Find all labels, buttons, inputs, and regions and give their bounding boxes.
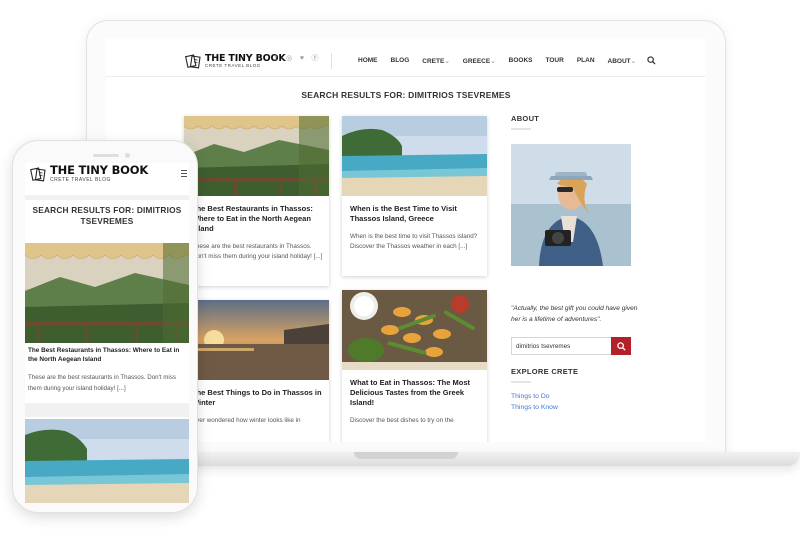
post-excerpt: Ever wondered how winter looks like in bbox=[192, 417, 301, 425]
mobile-card-separator bbox=[25, 403, 189, 417]
post-thumbnail bbox=[342, 290, 487, 370]
phone-frame: THE TINY BOOK CRETE TRAVEL BLOG SEARCH R… bbox=[12, 140, 198, 513]
nav-item-crete-label: CRETE bbox=[422, 57, 445, 65]
mobile-header-divider bbox=[25, 195, 189, 200]
sidebar: ABOUT "Actually, the best gift you could… bbox=[511, 114, 641, 411]
explore-heading: EXPLORE CRETE bbox=[511, 367, 579, 377]
post-thumbnail bbox=[25, 419, 189, 503]
post-excerpt: Discover the best dishes to try on the bbox=[350, 417, 454, 425]
brand-subtitle: CRETE TRAVEL BLOG bbox=[205, 63, 261, 68]
heading-underline bbox=[511, 128, 531, 130]
main-nav: HOME BLOG CRETE⌄ GREECE⌄ BOOKS TOUR PLAN… bbox=[358, 56, 656, 65]
site-logo[interactable]: THE TINY BOOK CRETE TRAVEL BLOG bbox=[184, 52, 286, 70]
mobile-screen: THE TINY BOOK CRETE TRAVEL BLOG SEARCH R… bbox=[25, 163, 189, 503]
nav-item-home[interactable]: HOME bbox=[358, 57, 378, 64]
nav-item-plan[interactable]: PLAN bbox=[577, 57, 595, 64]
mobile-post-card[interactable]: The Best Restaurants in Thassos: Where t… bbox=[25, 243, 189, 403]
post-title[interactable]: When is the Best Time to Visit Thassos I… bbox=[350, 204, 481, 224]
search-input[interactable] bbox=[511, 337, 611, 356]
twitter-icon[interactable]: ♥ bbox=[298, 55, 306, 63]
post-card[interactable]: The Best Things to Do in Thassos in Wint… bbox=[184, 300, 329, 442]
nav-item-about[interactable]: ABOUT⌄ bbox=[608, 57, 637, 65]
social-links: f ◎ ♥ ⓟ bbox=[272, 55, 319, 63]
post-title[interactable]: The Best Restaurants in Thassos: Where t… bbox=[192, 204, 323, 234]
about-heading: ABOUT bbox=[511, 114, 540, 123]
brand-subtitle: CRETE TRAVEL BLOG bbox=[50, 176, 111, 183]
mobile-post-card[interactable] bbox=[25, 419, 189, 503]
page-title: SEARCH RESULTS FOR: DIMITRIOS TSEVREMES bbox=[301, 90, 511, 100]
post-card[interactable]: The Best Restaurants in Thassos: Where t… bbox=[184, 116, 329, 286]
nav-item-tour[interactable]: TOUR bbox=[546, 57, 564, 64]
book-logo-icon bbox=[185, 54, 201, 69]
facebook-icon[interactable]: f bbox=[272, 55, 280, 63]
post-title[interactable]: The Best Restaurants in Thassos: Where t… bbox=[28, 347, 186, 365]
site-header: THE TINY BOOK CRETE TRAVEL BLOG f ◎ ♥ ⓟ … bbox=[106, 48, 706, 78]
post-title[interactable]: What to Eat in Thassos: The Most Delicio… bbox=[350, 378, 481, 408]
link-things-to-know[interactable]: Things to Know bbox=[511, 404, 641, 411]
nav-item-about-label: ABOUT bbox=[607, 57, 631, 65]
search-icon bbox=[616, 342, 626, 351]
pinterest-icon[interactable]: ⓟ bbox=[311, 55, 319, 63]
chevron-down-icon: ⌄ bbox=[490, 57, 496, 65]
nav-item-books[interactable]: BOOKS bbox=[509, 57, 533, 64]
phone-camera bbox=[125, 153, 130, 158]
instagram-icon[interactable]: ◎ bbox=[285, 55, 293, 63]
post-excerpt: When is the best time to visit Thassos i… bbox=[350, 233, 478, 251]
mobile-header: THE TINY BOOK CRETE TRAVEL BLOG bbox=[25, 163, 189, 191]
book-logo-icon bbox=[30, 167, 46, 182]
link-things-to-do[interactable]: Things to Do bbox=[511, 393, 641, 400]
post-thumbnail bbox=[184, 116, 329, 196]
heading-underline bbox=[511, 381, 531, 384]
nav-divider bbox=[331, 53, 332, 69]
post-thumbnail bbox=[25, 243, 189, 343]
brand-title: THE TINY BOOK bbox=[50, 163, 149, 178]
search-icon[interactable] bbox=[647, 56, 656, 65]
nav-item-blog[interactable]: BLOG bbox=[391, 57, 410, 64]
post-title[interactable]: The Best Things to Do in Thassos in Wint… bbox=[192, 388, 323, 408]
post-thumbnail bbox=[184, 300, 329, 380]
laptop-notch bbox=[354, 452, 458, 459]
mobile-page-title: SEARCH RESULTS FOR: DIMITRIOS TSEVREMES bbox=[32, 205, 182, 227]
phone-speaker bbox=[93, 154, 119, 157]
post-thumbnail bbox=[342, 116, 487, 196]
nav-item-greece[interactable]: GREECE⌄ bbox=[463, 57, 496, 65]
sidebar-search bbox=[511, 337, 631, 356]
mobile-logo[interactable]: THE TINY BOOK CRETE TRAVEL BLOG bbox=[29, 165, 148, 183]
post-excerpt: These are the best restaurants in Thasso… bbox=[192, 243, 323, 261]
author-photo bbox=[511, 144, 631, 266]
hamburger-menu-icon[interactable] bbox=[181, 169, 187, 178]
search-button[interactable] bbox=[611, 337, 631, 356]
header-divider bbox=[106, 76, 706, 77]
nav-item-greece-label: GREECE bbox=[462, 57, 491, 65]
author-quote: "Actually, the best gift you could have … bbox=[511, 305, 638, 324]
chevron-down-icon: ⌄ bbox=[444, 57, 450, 65]
post-card[interactable]: What to Eat in Thassos: The Most Delicio… bbox=[342, 290, 487, 442]
post-card[interactable]: When is the Best Time to Visit Thassos I… bbox=[342, 116, 487, 276]
nav-item-crete[interactable]: CRETE⌄ bbox=[422, 57, 449, 65]
chevron-down-icon: ⌄ bbox=[630, 57, 637, 65]
post-excerpt: These are the best restaurants in Thasso… bbox=[28, 374, 176, 392]
